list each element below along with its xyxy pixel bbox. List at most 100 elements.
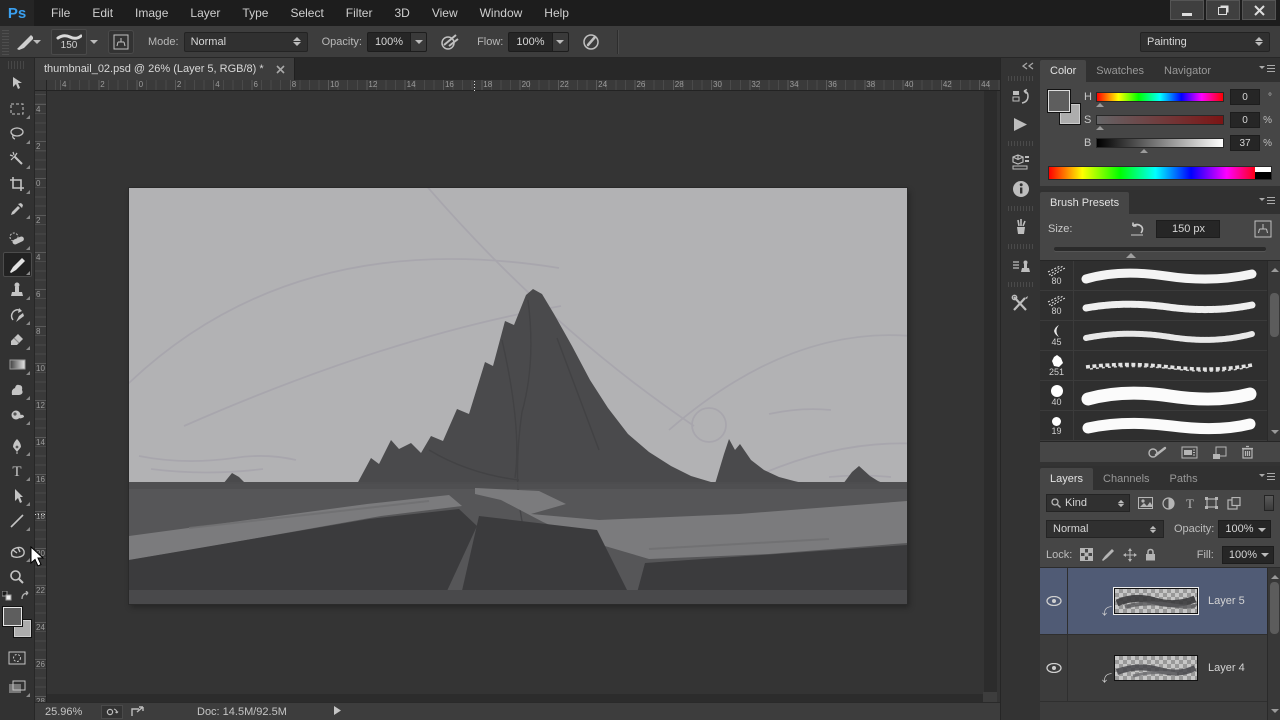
- clone-stamp-tool[interactable]: [3, 277, 32, 302]
- menu-layer[interactable]: Layer: [179, 1, 231, 25]
- filter-shape-layers-icon[interactable]: [1205, 497, 1218, 509]
- lock-all-icon[interactable]: [1145, 548, 1156, 561]
- foreground-color-swatch[interactable]: [2, 606, 23, 627]
- saturation-value-field[interactable]: 0: [1230, 112, 1260, 128]
- tab-brush-presets[interactable]: Brush Presets: [1040, 192, 1130, 214]
- color-spectrum-ramp[interactable]: [1048, 166, 1272, 180]
- menu-select[interactable]: Select: [279, 1, 334, 25]
- clone-source-panel-button[interactable]: [1005, 252, 1037, 278]
- foreground-color-swatch[interactable]: [1047, 89, 1071, 113]
- magic-wand-tool[interactable]: [3, 146, 32, 171]
- toggle-brush-panel-button[interactable]: [108, 29, 134, 54]
- swap-colors-icon[interactable]: [20, 591, 32, 601]
- flow-control[interactable]: 100%: [508, 31, 569, 52]
- lock-pixels-brush-icon[interactable]: [1101, 548, 1115, 561]
- quick-mask-button[interactable]: [3, 645, 32, 670]
- brightness-value-field[interactable]: 37: [1230, 135, 1260, 151]
- actions-panel-button[interactable]: [1005, 111, 1037, 137]
- brush-preset-item[interactable]: 80: [1040, 261, 1280, 291]
- filter-type-layers-icon[interactable]: T: [1184, 497, 1196, 509]
- brightness-slider-thumb[interactable]: [1139, 145, 1148, 153]
- menu-window[interactable]: Window: [469, 1, 534, 25]
- menu-file[interactable]: File: [40, 1, 81, 25]
- document-tab[interactable]: thumbnail_02.psd @ 26% (Layer 5, RGB/8) …: [35, 58, 295, 80]
- gradient-tool[interactable]: [3, 352, 32, 377]
- filter-smart-objects-icon[interactable]: [1227, 496, 1241, 510]
- mode-select[interactable]: Normal: [183, 31, 308, 52]
- document-vertical-scrollbar[interactable]: [984, 91, 997, 702]
- saturation-slider-thumb[interactable]: [1095, 122, 1104, 130]
- tab-swatches[interactable]: Swatches: [1086, 60, 1154, 82]
- expand-panels-button[interactable]: [1001, 58, 1040, 72]
- scroll-up-arrow[interactable]: [1271, 264, 1279, 272]
- info-panel-button[interactable]: [1005, 176, 1037, 202]
- type-tool[interactable]: T: [3, 458, 32, 483]
- tab-channels[interactable]: Channels: [1093, 468, 1159, 490]
- export-button[interactable]: [127, 705, 149, 719]
- menu-filter[interactable]: Filter: [335, 1, 384, 25]
- layer-filter-toggle[interactable]: [1264, 495, 1274, 511]
- tablet-opacity-button[interactable]: [437, 30, 463, 54]
- tab-color[interactable]: Color: [1040, 60, 1087, 82]
- layer-row-layer5[interactable]: ⤵ Layer 5: [1040, 568, 1280, 635]
- eraser-tool[interactable]: [3, 327, 32, 352]
- tab-navigator[interactable]: Navigator: [1154, 60, 1221, 82]
- layer-name[interactable]: Layer 4: [1208, 662, 1245, 674]
- scroll-up-arrow[interactable]: [1271, 571, 1279, 579]
- menu-help[interactable]: Help: [533, 1, 580, 25]
- layer-opacity-field[interactable]: 100%: [1218, 520, 1271, 538]
- hue-slider[interactable]: [1095, 92, 1224, 107]
- smudge-tool[interactable]: [3, 377, 32, 402]
- mini-bridge-button[interactable]: [101, 704, 123, 719]
- healing-brush-tool[interactable]: [3, 227, 32, 252]
- brush-tool-preset-button[interactable]: [15, 30, 41, 54]
- brush-list-scrollbar[interactable]: [1267, 261, 1280, 441]
- panel-menu-icon[interactable]: [1259, 196, 1275, 208]
- panel-menu-icon[interactable]: [1259, 64, 1275, 76]
- layer-list-scrollbar[interactable]: [1267, 568, 1280, 720]
- layer-row-layer4[interactable]: ⤵ Layer 4: [1040, 635, 1280, 702]
- new-preset-icon[interactable]: [1212, 446, 1227, 459]
- panel-menu-icon[interactable]: [1259, 472, 1275, 484]
- opacity-dropdown-button[interactable]: [411, 31, 428, 52]
- history-brush-tool[interactable]: [3, 302, 32, 327]
- menu-3d[interactable]: 3D: [383, 1, 420, 25]
- layer-fill-field[interactable]: 100%: [1221, 545, 1274, 564]
- document-resize-grip[interactable]: [983, 692, 997, 702]
- opacity-control[interactable]: 100%: [366, 31, 428, 52]
- brush-preset-item[interactable]: 80: [1040, 291, 1280, 321]
- brush-preset-item[interactable]: 40: [1040, 381, 1280, 411]
- scroll-down-arrow[interactable]: [1271, 709, 1279, 717]
- open-preset-manager-icon[interactable]: [1147, 446, 1167, 459]
- scrollbar-thumb[interactable]: [1270, 582, 1279, 634]
- restore-button[interactable]: [1206, 0, 1240, 20]
- brush-preset-item[interactable]: 251: [1040, 351, 1280, 381]
- lasso-tool[interactable]: [3, 121, 32, 146]
- zoom-tool[interactable]: [3, 564, 32, 589]
- tab-close-icon[interactable]: [276, 64, 285, 74]
- brush-preset-item[interactable]: 45: [1040, 321, 1280, 351]
- lock-position-icon[interactable]: [1123, 547, 1138, 562]
- filter-kind-select[interactable]: Kind: [1046, 494, 1130, 512]
- white-black-wells[interactable]: [1255, 167, 1271, 179]
- properties-panel-button[interactable]: [1005, 149, 1037, 175]
- brush-settings-icon[interactable]: [1181, 446, 1198, 459]
- dodge-tool[interactable]: [3, 402, 32, 427]
- marquee-tool[interactable]: [3, 96, 32, 121]
- status-more-button[interactable]: [333, 703, 342, 720]
- tab-layers[interactable]: Layers: [1040, 468, 1094, 490]
- brush-size-preview[interactable]: 150: [51, 28, 98, 55]
- default-colors-icon[interactable]: [2, 591, 12, 601]
- menu-edit[interactable]: Edit: [81, 1, 124, 25]
- filter-pixel-layers-icon[interactable]: [1138, 497, 1153, 509]
- canvas[interactable]: [129, 188, 907, 604]
- saturation-slider[interactable]: [1095, 115, 1224, 130]
- workspace-select[interactable]: Painting: [1140, 31, 1270, 52]
- document-horizontal-scrollbar[interactable]: [47, 694, 983, 702]
- rotate-view-tool[interactable]: [3, 539, 32, 564]
- preset-picker-icon[interactable]: [1254, 220, 1272, 238]
- ruler-origin-corner[interactable]: [35, 80, 47, 91]
- document-viewport[interactable]: [47, 91, 1000, 702]
- layer-name[interactable]: Layer 5: [1208, 595, 1245, 607]
- airbrush-toggle-button[interactable]: [579, 30, 605, 54]
